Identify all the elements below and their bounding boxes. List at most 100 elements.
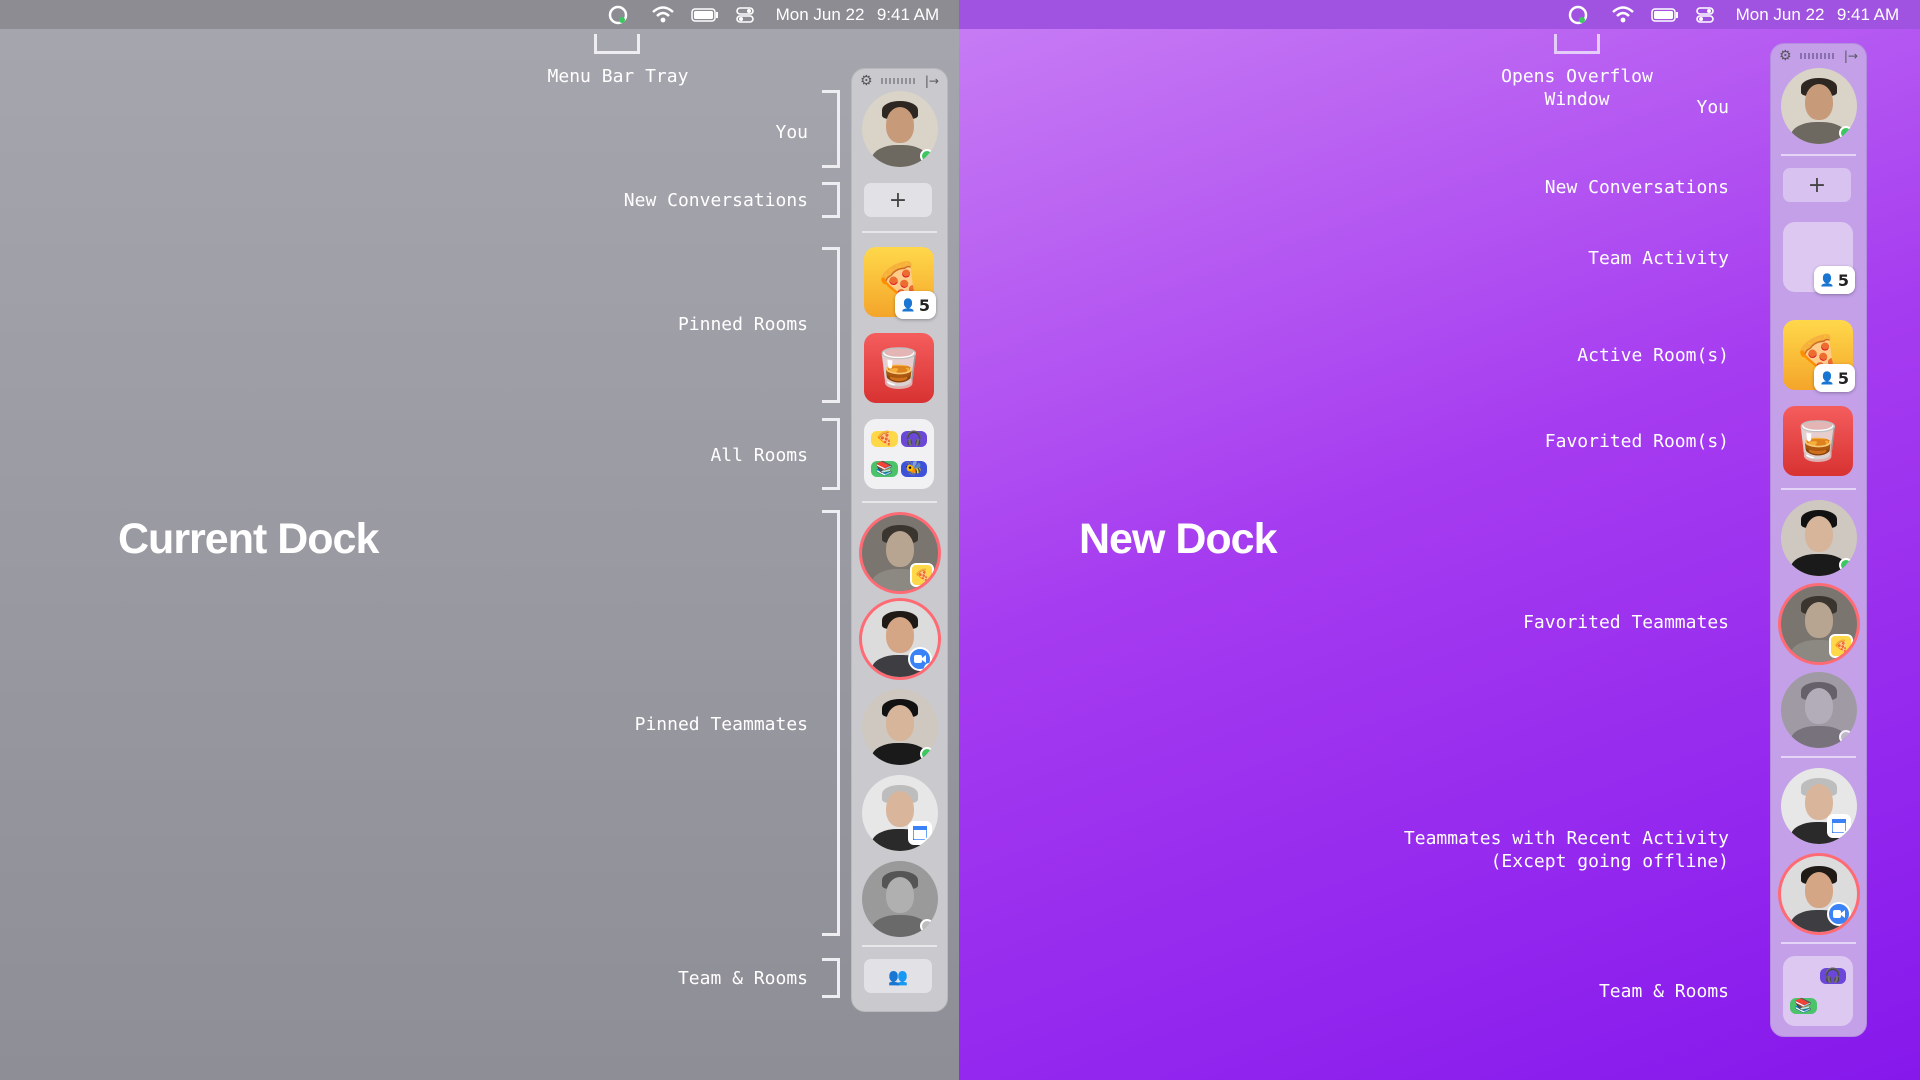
label-recent-activity-line2: (Except going offline): [1490, 851, 1729, 872]
gear-icon[interactable]: ⚙: [1779, 48, 1792, 64]
pizza-room-badge-icon: 🍕: [910, 563, 934, 587]
pizza-room[interactable]: 🍕 👤 5: [864, 247, 936, 319]
new-dock: ⚙ |→ + 👤 5 🍕 👤 5 🥃 🍕 🎧 📚: [1770, 43, 1867, 1037]
drag-handle[interactable]: [1799, 53, 1836, 59]
teammate-avatar-5[interactable]: [862, 861, 938, 937]
new-conversation-button[interactable]: +: [864, 183, 932, 217]
current-dock-title: Current Dock: [118, 515, 379, 563]
bracket-pinned-rooms: [822, 247, 840, 403]
person-icon: 👤: [900, 298, 916, 312]
bracket-you: [822, 90, 840, 168]
menu-bar-date: Mon Jun 22: [775, 4, 865, 24]
overflow-label-line2: Window: [1544, 89, 1610, 110]
gear-icon[interactable]: ⚙: [860, 73, 873, 89]
dock-divider: [1781, 942, 1856, 944]
recent-teammate-avatar-2[interactable]: [1781, 856, 1857, 932]
favorited-teammate-avatar-1[interactable]: [1781, 500, 1857, 576]
participant-count: 5: [1837, 368, 1849, 388]
participant-count-badge: 👤 5: [894, 291, 936, 319]
person-icon: 👤: [1819, 371, 1835, 385]
teammate-avatar-cat[interactable]: 🍕: [862, 515, 938, 591]
wifi-icon[interactable]: [1610, 4, 1636, 25]
menu-bar-tray-bracket: [594, 34, 640, 54]
app-status-icon[interactable]: [1566, 4, 1590, 25]
people-icon: 👥: [888, 966, 908, 986]
dock-toolbar: ⚙ |→: [1779, 47, 1858, 65]
whiskey-icon: 🥃: [875, 345, 923, 390]
app-status-icon[interactable]: [606, 4, 630, 25]
team-rooms-button[interactable]: 👥: [864, 959, 932, 993]
dock-divider: [862, 945, 937, 947]
menu-bar-tray-label: Menu Bar Tray: [547, 66, 689, 87]
current-dock-panel: Mon Jun 22 9:41 AM Menu Bar Tray Current…: [0, 0, 959, 1080]
teammate-avatar-3[interactable]: [862, 689, 938, 765]
menu-bar-date: Mon Jun 22: [1735, 4, 1825, 24]
books-icon: 📚: [1790, 997, 1817, 1014]
battery-icon[interactable]: [690, 4, 720, 25]
new-dock-panel: Mon Jun 22 9:41 AM Opens Overflow Window…: [959, 0, 1920, 1080]
label-team-rooms: Team & Rooms: [1598, 981, 1729, 1002]
offline-status-icon: [920, 919, 934, 933]
video-call-icon: [1827, 902, 1851, 926]
online-status-icon: [920, 149, 934, 163]
online-status-icon: [1839, 126, 1853, 140]
drag-handle[interactable]: [880, 78, 917, 84]
dock-divider: [1781, 756, 1856, 758]
whiskey-room[interactable]: 🥃: [864, 333, 934, 403]
pizza-room[interactable]: 🍕 👤 5: [1783, 320, 1855, 392]
dock-divider: [862, 501, 937, 503]
pizza-room-badge-icon: 🍕: [1829, 634, 1853, 658]
teammate-avatar-4[interactable]: [862, 775, 938, 851]
participant-count: 5: [918, 295, 930, 315]
books-icon: 📚: [871, 460, 898, 477]
dock-divider: [1781, 488, 1856, 490]
control-center-icon[interactable]: [734, 4, 756, 25]
bracket-pinned-teammates: [822, 510, 840, 936]
dock-divider: [862, 231, 937, 233]
label-team-activity: Team Activity: [1588, 248, 1729, 269]
overflow-bracket: [1554, 34, 1600, 54]
label-all-rooms: All Rooms: [710, 445, 808, 466]
label-pinned-teammates: Pinned Teammates: [634, 714, 808, 735]
label-new-conversations: New Conversations: [1544, 177, 1729, 198]
bracket-team-rooms: [822, 958, 840, 998]
online-status-icon: [920, 747, 934, 761]
all-rooms-button[interactable]: 🍕 🎧 📚 🐝: [864, 419, 934, 489]
collapse-icon[interactable]: |→: [925, 74, 939, 88]
menu-bar: Mon Jun 22 9:41 AM: [0, 0, 959, 29]
online-status-icon: [924, 837, 935, 848]
label-you: You: [1696, 97, 1729, 118]
control-center-icon[interactable]: [1694, 4, 1716, 25]
whiskey-room[interactable]: 🥃: [1783, 406, 1853, 476]
favorited-teammate-avatar-3[interactable]: [1781, 672, 1857, 748]
activity-count-badge: 👤 5: [1813, 266, 1855, 294]
new-dock-title: New Dock: [1079, 515, 1278, 563]
recent-teammate-avatar-1[interactable]: [1781, 768, 1857, 844]
label-active-rooms: Active Room(s): [1577, 345, 1729, 366]
offline-status-icon: [1839, 730, 1853, 744]
headphones-icon: 🎧: [1819, 968, 1846, 985]
battery-icon[interactable]: [1650, 4, 1680, 25]
pizza-icon: 🍕: [871, 431, 898, 448]
bracket-new-conversations: [822, 182, 840, 218]
label-favorited-rooms: Favorited Room(s): [1544, 431, 1729, 452]
team-rooms-button[interactable]: 🎧 📚: [1783, 956, 1853, 1026]
label-team-rooms: Team & Rooms: [677, 968, 808, 989]
favorited-teammate-avatar-cat[interactable]: 🍕: [1781, 586, 1857, 662]
team-activity-tile[interactable]: 👤 5: [1783, 222, 1855, 294]
participant-count-badge: 👤 5: [1813, 364, 1855, 392]
online-status-icon: [1839, 558, 1853, 572]
you-avatar[interactable]: [862, 91, 938, 167]
menu-bar: Mon Jun 22 9:41 AM: [959, 0, 1920, 29]
label-recent-activity-line1: Teammates with Recent Activity: [1403, 828, 1729, 849]
bracket-all-rooms: [822, 418, 840, 490]
teammate-avatar-2[interactable]: [862, 601, 938, 677]
whiskey-icon: 🥃: [1794, 418, 1842, 463]
new-conversation-button[interactable]: +: [1783, 168, 1851, 202]
online-status-icon: [924, 663, 935, 674]
bee-icon: 🐝: [900, 460, 927, 477]
you-avatar[interactable]: [1781, 68, 1857, 144]
collapse-icon[interactable]: |→: [1844, 49, 1858, 63]
menu-bar-time: 9:41 AM: [876, 4, 940, 24]
wifi-icon[interactable]: [650, 4, 676, 25]
